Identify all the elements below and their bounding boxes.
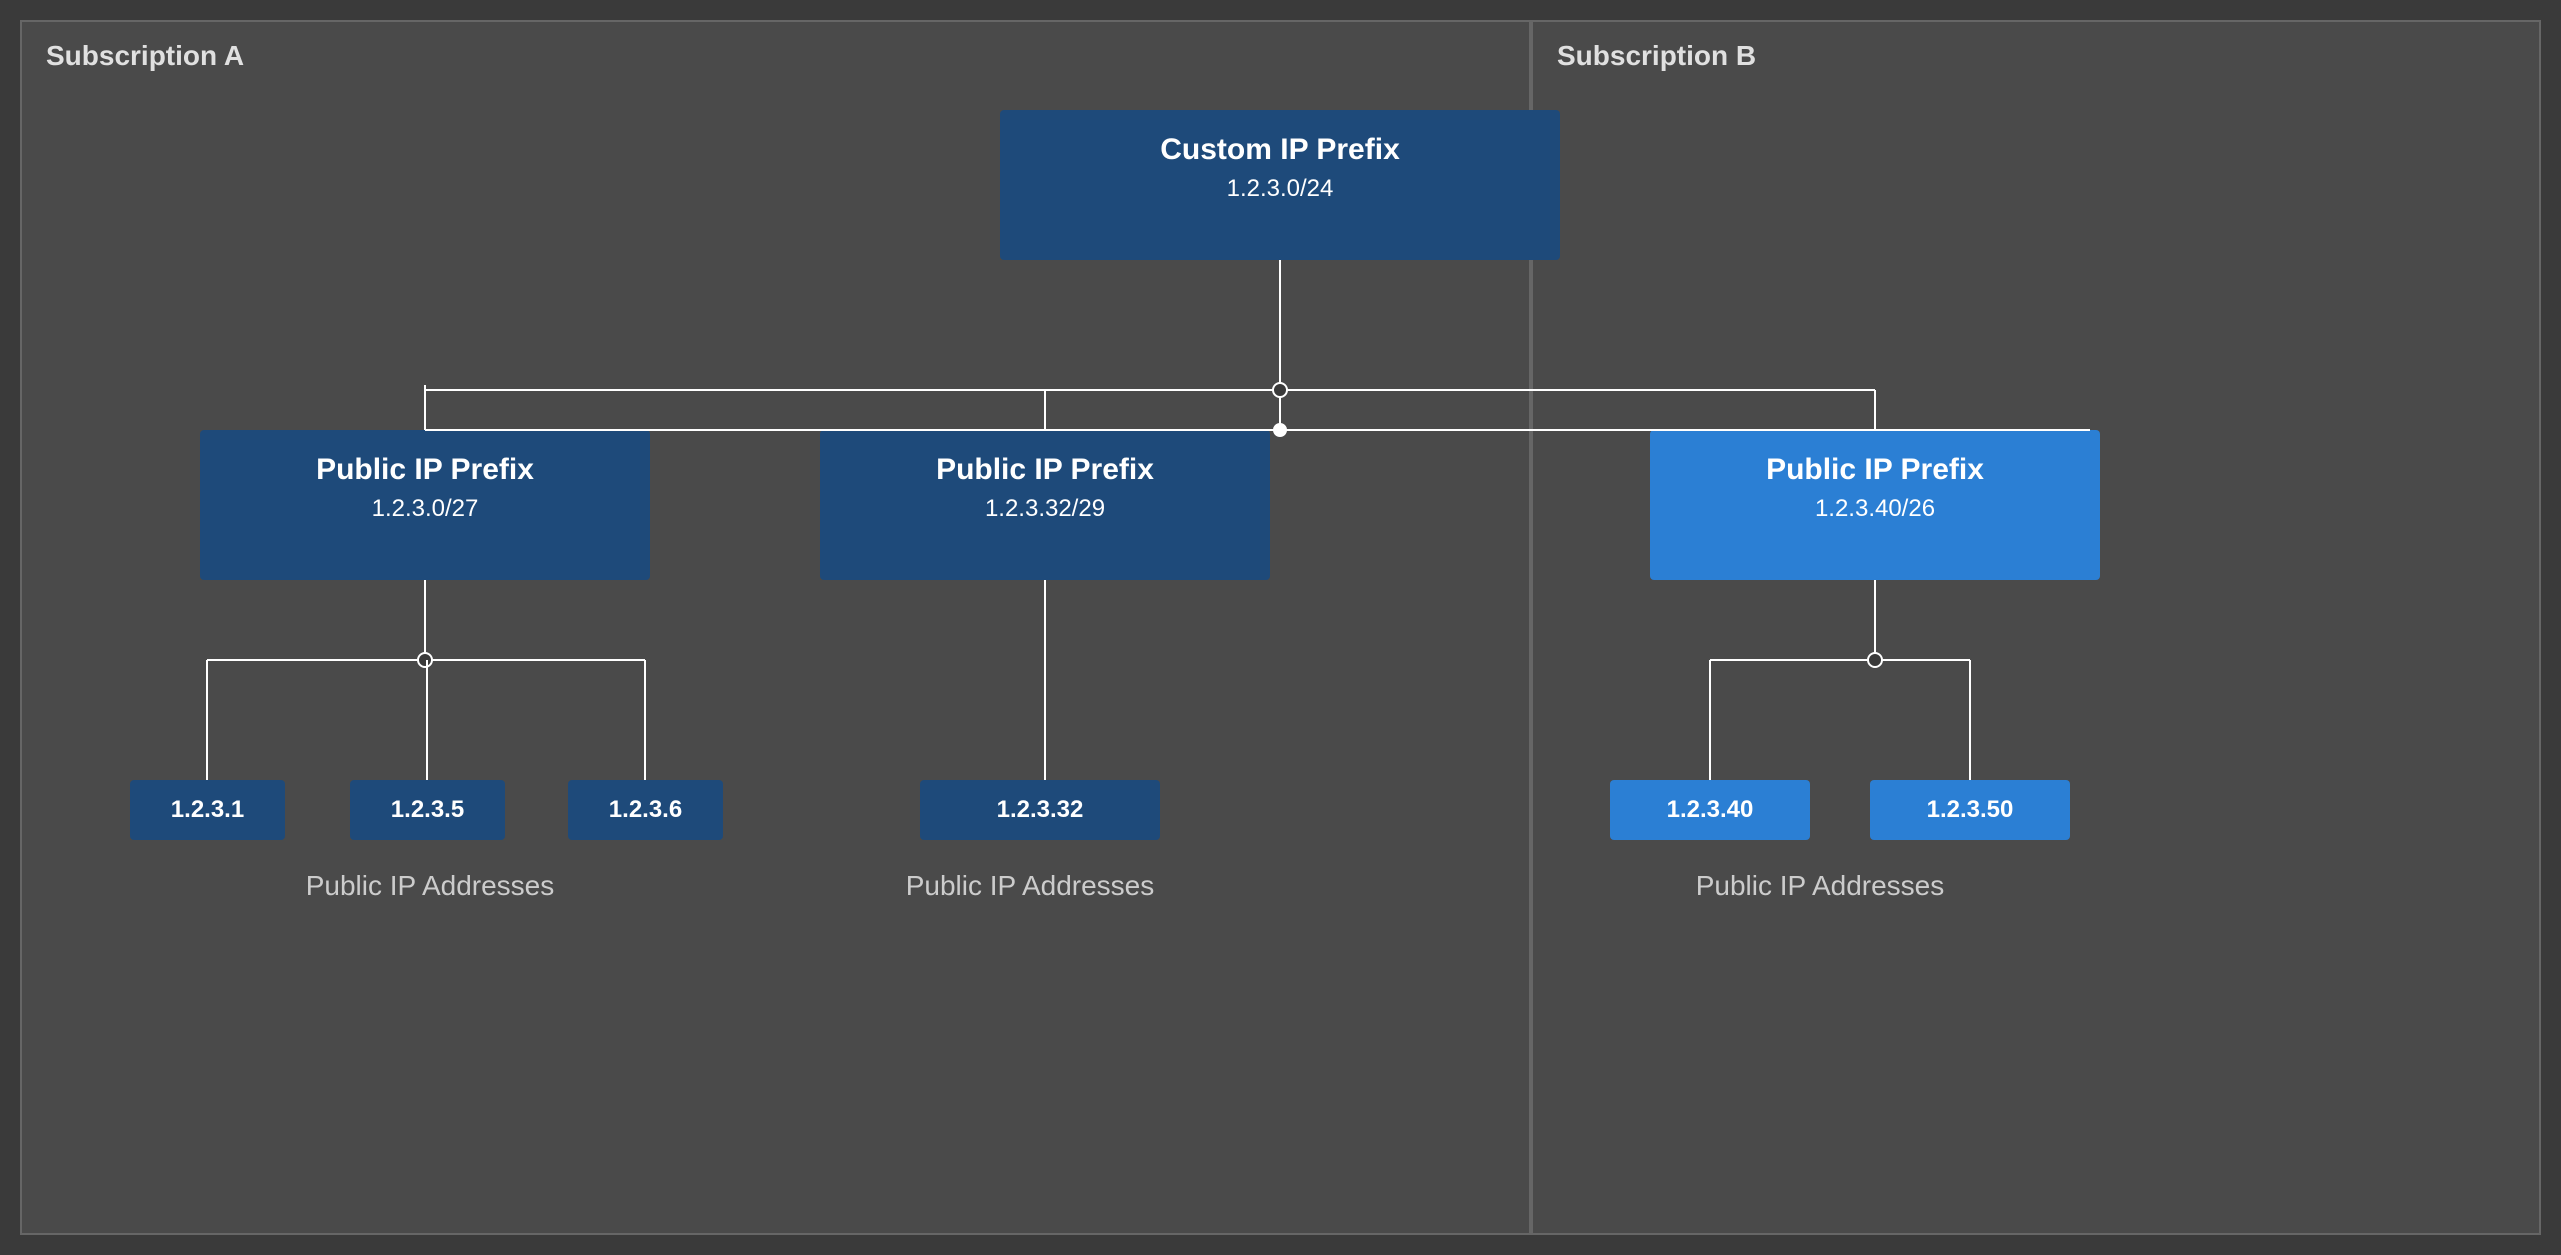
public-ip-addresses-label-1: Public IP Addresses [220,870,640,902]
custom-ip-prefix-title: Custom IP Prefix [1030,130,1530,169]
public-ip-prefix-a1-title: Public IP Prefix [230,450,620,489]
public-ip-addresses-label-3: Public IP Addresses [1580,870,2060,902]
public-ip-prefix-b1-title: Public IP Prefix [1680,450,2070,489]
public-ip-prefix-a1-subnet: 1.2.3.0/27 [230,495,620,523]
public-ip-prefix-a1-box: Public IP Prefix 1.2.3.0/27 [200,430,650,580]
ip-addr-1-2-3-40: 1.2.3.40 [1610,780,1810,840]
public-ip-prefix-a2-subnet: 1.2.3.32/29 [850,495,1240,523]
public-ip-prefix-a2-box: Public IP Prefix 1.2.3.32/29 [820,430,1270,580]
ip-addr-1-2-3-6: 1.2.3.6 [568,780,723,840]
subscription-b-label: Subscription B [1533,22,2539,90]
public-ip-addresses-label-2: Public IP Addresses [820,870,1240,902]
subscription-b-panel: Subscription B [1531,20,2541,1235]
main-container: Subscription A Subscription B Custom IP … [0,0,2561,1255]
ip-addr-1-2-3-5: 1.2.3.5 [350,780,505,840]
custom-ip-prefix-box: Custom IP Prefix 1.2.3.0/24 [1000,110,1560,260]
subscription-a-label: Subscription A [22,22,1529,90]
public-ip-prefix-b1-box: Public IP Prefix 1.2.3.40/26 [1650,430,2100,580]
ip-addr-1-2-3-1: 1.2.3.1 [130,780,285,840]
ip-addr-1-2-3-32: 1.2.3.32 [920,780,1160,840]
ip-addr-1-2-3-50: 1.2.3.50 [1870,780,2070,840]
public-ip-prefix-b1-subnet: 1.2.3.40/26 [1680,495,2070,523]
custom-ip-prefix-subnet: 1.2.3.0/24 [1030,175,1530,203]
public-ip-prefix-a2-title: Public IP Prefix [850,450,1240,489]
